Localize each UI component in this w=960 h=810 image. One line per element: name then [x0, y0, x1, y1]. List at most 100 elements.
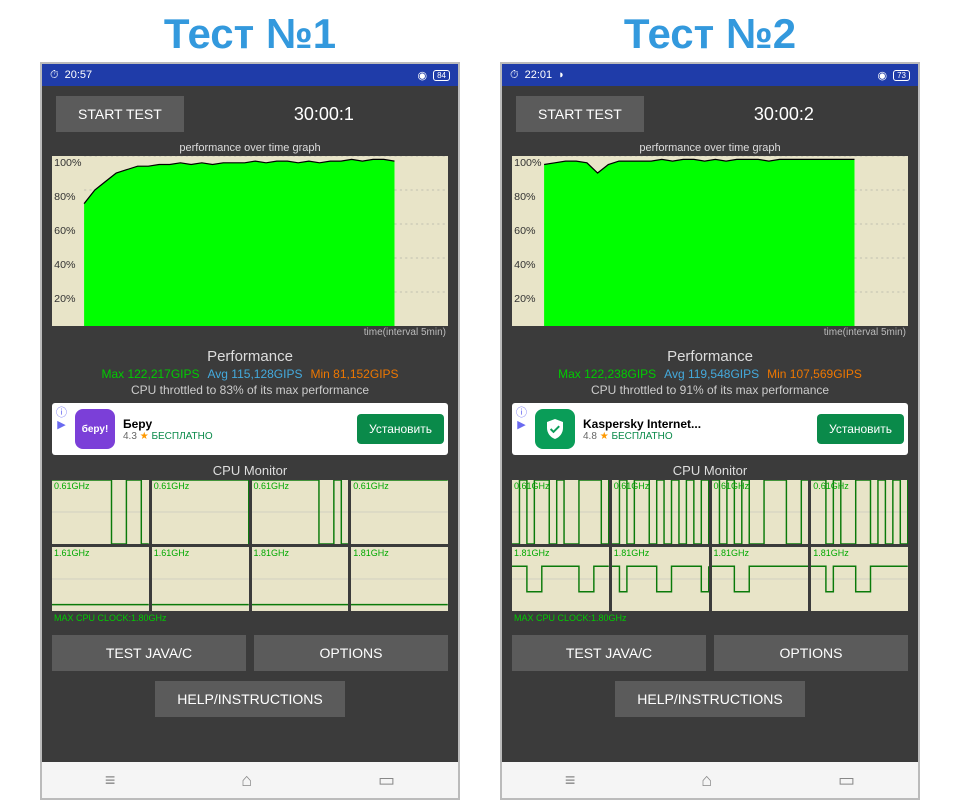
battery-indicator: 73 [893, 70, 910, 81]
performance-stats: Max 122,238GIPS Avg 119,548GIPS Min 107,… [502, 367, 918, 381]
status-time: 22:01 [525, 69, 553, 81]
performance-graph: 100%80%60%40%20% [52, 156, 448, 326]
test-java-button[interactable]: TEST JAVA/C [52, 635, 246, 671]
cpu-core-1: 0.61GHz [612, 480, 709, 544]
phone-frame: ⏱ 22:01 ◗ ◉ 73 START TEST 30:00:2 perfor… [500, 62, 920, 800]
cpu-core-7: 1.81GHz [811, 547, 908, 611]
ad-app-icon [535, 409, 575, 449]
cpu-core-0: 0.61GHz [52, 480, 149, 544]
cpu-core-3: 0.61GHz [351, 480, 448, 544]
throttle-text: CPU throttled to 91% of its max performa… [502, 383, 918, 397]
core-freq-label: 0.61GHz [514, 481, 550, 491]
start-test-button[interactable]: START TEST [56, 96, 184, 132]
core-freq-label: 0.61GHz [714, 481, 750, 491]
core-freq-label: 0.61GHz [154, 481, 190, 491]
help-button[interactable]: HELP/INSTRUCTIONS [155, 681, 344, 717]
status-bar: ⏱ 20:57 ◉ 84 [42, 64, 458, 86]
test-java-button[interactable]: TEST JAVA/C [512, 635, 706, 671]
timer-display: 30:00:2 [664, 104, 904, 125]
ad-subtitle: 4.3 ★ БЕСПЛАТНО [123, 431, 349, 442]
cpu-core-grid: 0.61GHz 0.61GHz 0.61GHz 0.61GHz 1.81 [512, 480, 908, 611]
stat-min: Min 107,569GIPS [767, 367, 862, 381]
start-test-button[interactable]: START TEST [516, 96, 644, 132]
nav-home-icon[interactable]: ⌂ [701, 770, 712, 791]
svg-text:40%: 40% [514, 260, 535, 271]
status-bar: ⏱ 22:01 ◗ ◉ 73 [502, 64, 918, 86]
core-freq-label: 1.81GHz [254, 548, 290, 558]
cpu-monitor-title: CPU Monitor [502, 463, 918, 478]
cpu-core-5: 1.81GHz [612, 547, 709, 611]
core-freq-label: 1.81GHz [353, 548, 389, 558]
cpu-core-0: 0.61GHz [512, 480, 609, 544]
perf-graph-title: performance over time graph [42, 142, 458, 154]
core-freq-label: 1.81GHz [714, 548, 750, 558]
svg-text:60%: 60% [514, 226, 535, 237]
alarm-icon: ⏱ [510, 69, 519, 82]
svg-text:20%: 20% [514, 294, 535, 305]
options-button[interactable]: OPTIONS [254, 635, 448, 671]
nav-recent-icon[interactable]: ≡ [565, 770, 576, 791]
help-button[interactable]: HELP/INSTRUCTIONS [615, 681, 804, 717]
performance-stats: Max 122,217GIPS Avg 115,128GIPS Min 81,1… [42, 367, 458, 381]
max-cpu-clock: MAX CPU CLOCK:1.80GHz [514, 613, 906, 623]
options-button[interactable]: OPTIONS [714, 635, 908, 671]
cpu-core-grid: 0.61GHz 0.61GHz 0.61GHz 0.61GHz 1.61 [52, 480, 448, 611]
cpu-core-1: 0.61GHz [152, 480, 249, 544]
ad-install-button[interactable]: Установить [357, 414, 444, 444]
phone-frame: ⏱ 20:57 ◉ 84 START TEST 30:00:1 performa… [40, 62, 460, 800]
ad-install-button[interactable]: Установить [817, 414, 904, 444]
cpu-core-6: 1.81GHz [252, 547, 349, 611]
battery-indicator: 84 [433, 70, 450, 81]
cpu-core-3: 0.61GHz [811, 480, 908, 544]
svg-text:100%: 100% [514, 158, 541, 169]
svg-text:80%: 80% [54, 192, 75, 203]
cpu-core-4: 1.61GHz [52, 547, 149, 611]
ad-banner[interactable]: ⓘ▶ Kaspersky Internet... 4.8 ★ БЕСПЛАТНО… [512, 403, 908, 455]
throttle-text: CPU throttled to 83% of its max performa… [42, 383, 458, 397]
wifi-icon: ◉ [877, 69, 887, 82]
stat-max: Max 122,238GIPS [558, 367, 656, 381]
core-freq-label: 0.61GHz [813, 481, 849, 491]
panel-title: Тест №2 [500, 10, 920, 58]
cpu-core-2: 0.61GHz [252, 480, 349, 544]
x-axis-label: time(interval 5min) [502, 327, 906, 338]
svg-text:100%: 100% [54, 158, 81, 169]
performance-header: Performance [42, 348, 458, 365]
performance-graph: 100% 80% 60% 40% 20% [512, 156, 908, 326]
nav-back-icon[interactable]: ▭ [838, 770, 855, 791]
perf-graph-title: performance over time graph [502, 142, 918, 154]
nav-recent-icon[interactable]: ≡ [105, 770, 116, 791]
ad-info-icon[interactable]: ⓘ▶ [516, 407, 527, 431]
svg-text:60%: 60% [54, 226, 75, 237]
core-freq-label: 1.81GHz [614, 548, 650, 558]
core-freq-label: 1.81GHz [514, 548, 550, 558]
ad-info-icon[interactable]: ⓘ▶ [56, 407, 67, 431]
nav-bar: ≡ ⌂ ▭ [502, 762, 918, 798]
timer-display: 30:00:1 [204, 104, 444, 125]
svg-text:20%: 20% [54, 294, 75, 305]
cpu-core-4: 1.81GHz [512, 547, 609, 611]
core-freq-label: 0.61GHz [614, 481, 650, 491]
nav-back-icon[interactable]: ▭ [378, 770, 395, 791]
ad-app-name: Kaspersky Internet... [583, 417, 809, 431]
core-freq-label: 1.61GHz [154, 548, 190, 558]
stat-min: Min 81,152GIPS [310, 367, 398, 381]
stat-max: Max 122,217GIPS [101, 367, 199, 381]
ad-app-icon: беру! [75, 409, 115, 449]
performance-header: Performance [502, 348, 918, 365]
ad-banner[interactable]: ⓘ▶ беру! Беру 4.3 ★ БЕСПЛАТНО Установить [52, 403, 448, 455]
svg-text:80%: 80% [514, 192, 535, 203]
stat-avg: Avg 119,548GIPS [664, 367, 759, 381]
x-axis-label: time(interval 5min) [42, 327, 446, 338]
core-freq-label: 1.81GHz [813, 548, 849, 558]
nav-bar: ≡ ⌂ ▭ [42, 762, 458, 798]
status-time: 20:57 [65, 69, 93, 81]
core-freq-label: 1.61GHz [54, 548, 90, 558]
core-freq-label: 0.61GHz [254, 481, 290, 491]
alarm-icon: ⏱ [50, 69, 59, 82]
wifi-icon: ◉ [417, 69, 427, 82]
nav-home-icon[interactable]: ⌂ [241, 770, 252, 791]
stat-avg: Avg 115,128GIPS [208, 367, 303, 381]
max-cpu-clock: MAX CPU CLOCK:1.80GHz [54, 613, 446, 623]
panel-title: Тест №1 [40, 10, 460, 58]
